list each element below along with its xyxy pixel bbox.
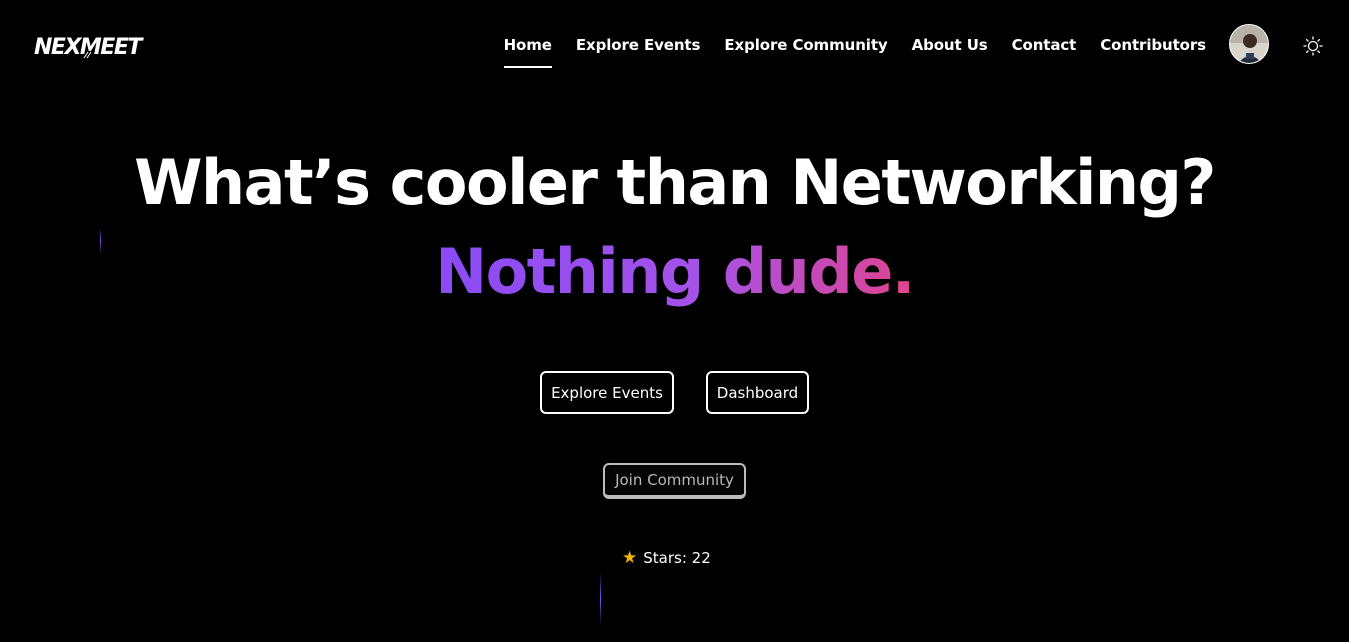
stars-label: Stars: 22 (643, 549, 711, 567)
theme-toggle-button[interactable] (1303, 36, 1323, 56)
logo-icon: NEXMEET (34, 35, 146, 60)
star-icon: ★ (622, 547, 638, 568)
nav-link-home[interactable]: Home (503, 36, 553, 68)
navbar: NEXMEET Home Explore Events Explore Comm… (0, 0, 1349, 92)
nav-links: Home Explore Events Explore Community Ab… (503, 36, 1206, 68)
nexmeet-logo[interactable]: NEXMEET (34, 32, 154, 62)
hero-subheadline-text: Nothing dude. (435, 235, 915, 308)
hero-headline: What’s cooler than Networking? (134, 146, 1216, 219)
hero-subheadline: Nothing dude. (0, 232, 1349, 312)
logo-text: NEXMEET (34, 35, 144, 60)
decorative-line (600, 572, 601, 626)
nav-link-explore-community[interactable]: Explore Community (724, 36, 887, 54)
nav-link-about-us[interactable]: About Us (912, 36, 988, 54)
join-community-button[interactable]: Join Community (603, 463, 746, 499)
user-avatar-icon (1230, 25, 1268, 63)
user-avatar[interactable] (1229, 24, 1269, 64)
nav-link-explore-events[interactable]: Explore Events (576, 36, 701, 54)
nav-link-contributors[interactable]: Contributors (1100, 36, 1206, 54)
dashboard-button[interactable]: Dashboard (706, 371, 809, 414)
nav-link-contact[interactable]: Contact (1012, 36, 1077, 54)
github-stars[interactable]: ★ Stars: 22 (622, 549, 711, 567)
explore-events-button[interactable]: Explore Events (540, 371, 674, 414)
sun-icon (1303, 36, 1323, 56)
